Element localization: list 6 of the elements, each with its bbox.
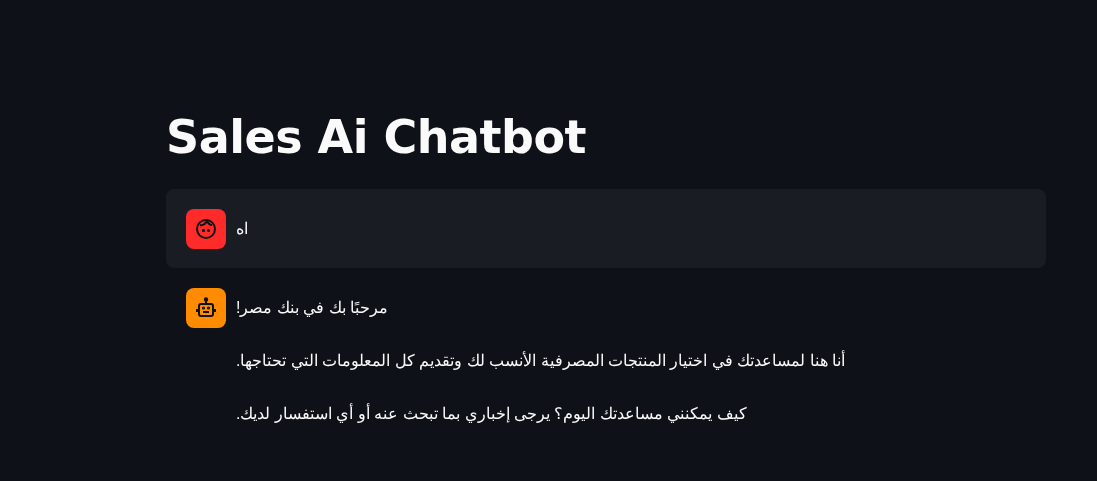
page-title: Sales Ai Chatbot [166, 110, 587, 166]
message-text: .كيف يمكنني مساعدتك اليوم؟ يرجى إخباري بما تبحث عنه أو أي استفسار لديك [236, 402, 748, 425]
message-text: !مرحبًا بك في بنك مصر [236, 298, 390, 319]
face-icon [194, 217, 218, 242]
message-text: .أنا هنا لمساعدتك في اختيار المنتجات المصرفية الأنسب لك وتقديم كل المعلومات التي تحتاجها [236, 349, 846, 372]
message-text: اه [236, 219, 248, 240]
